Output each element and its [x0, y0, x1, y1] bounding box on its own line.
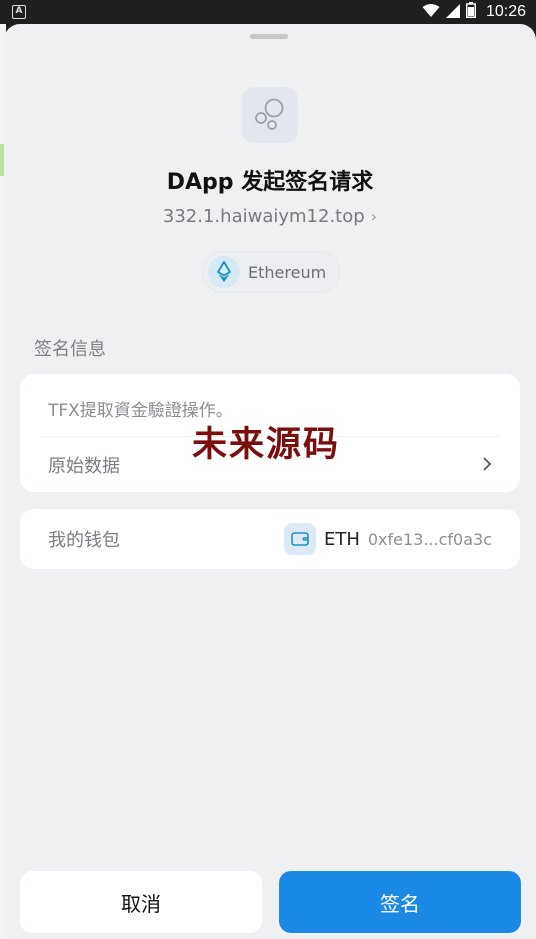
watermark-text: 未来源码: [192, 424, 341, 465]
request-title: DApp 发起签名请求: [166, 170, 374, 195]
wifi-icon: [422, 3, 440, 22]
bubbles-icon: [255, 98, 284, 130]
cancel-button[interactable]: 取消: [20, 871, 262, 933]
dapp-origin-link[interactable]: 332.1.haiwaiym12.top ›: [4, 206, 536, 227]
dapp-icon: [242, 87, 298, 143]
status-time: 10:26: [485, 3, 526, 20]
app-notification-icon: A: [12, 5, 26, 19]
raw-data-label: 原始数据: [48, 455, 120, 477]
sign-button[interactable]: 签名: [279, 871, 521, 933]
sign-request-sheet: DApp 发起签名请求 332.1.haiwaiym12.top › Ether…: [4, 24, 536, 939]
wallet-label: 我的钱包: [48, 530, 120, 551]
cell-signal-icon: [445, 3, 460, 22]
status-bar: A 10:26: [0, 0, 536, 24]
wallet-info: ETH 0xfe13...cf0a3c: [283, 523, 492, 555]
drag-handle[interactable]: [250, 34, 288, 39]
battery-icon: [465, 2, 476, 22]
network-pill: Ethereum: [202, 251, 340, 293]
chevron-right-icon: ›: [370, 207, 378, 226]
origin-url: 332.1.haiwaiym12.top: [162, 206, 365, 227]
ethereum-icon: [208, 256, 240, 288]
wallet-card: 我的钱包 ETH 0xfe13...cf0a3c: [20, 509, 520, 569]
status-left: A: [12, 5, 26, 19]
wallet-coin: ETH: [323, 528, 360, 550]
network-name: Ethereum: [248, 262, 327, 282]
wallet-address: 0xfe13...cf0a3c: [367, 529, 492, 549]
chevron-right-icon: [482, 453, 492, 477]
status-right: 10:26: [422, 2, 526, 22]
wallet-icon: [283, 523, 316, 555]
section-sign-info-label: 签名信息: [34, 339, 106, 360]
